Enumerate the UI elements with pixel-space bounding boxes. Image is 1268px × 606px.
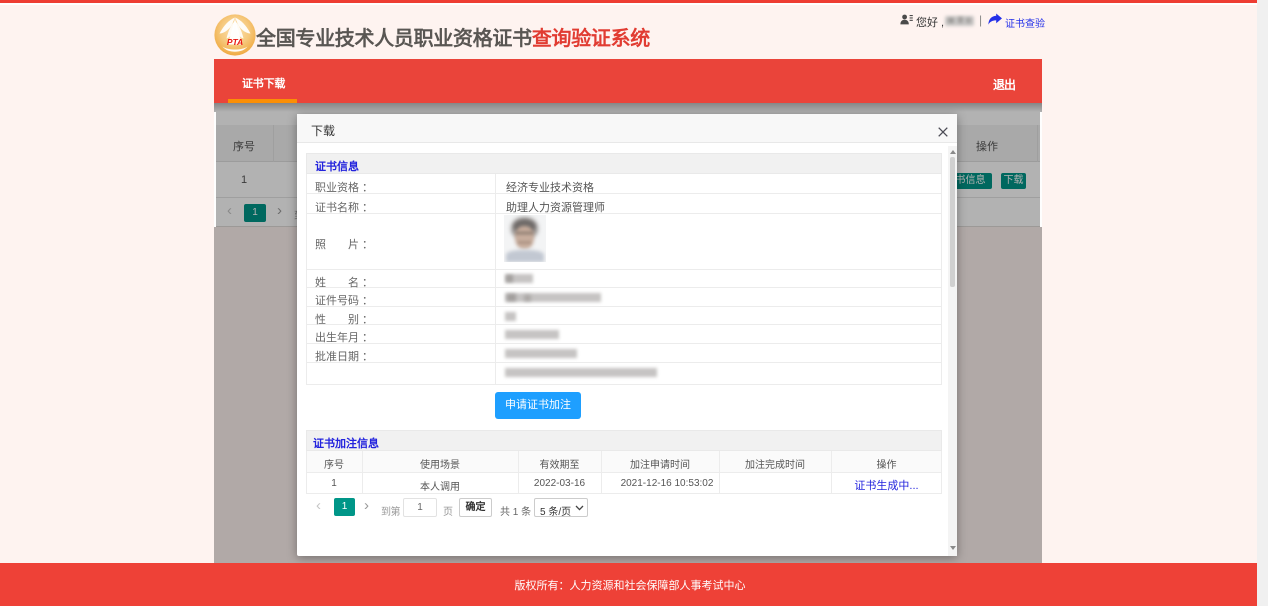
svg-text:PTA: PTA	[227, 37, 243, 47]
